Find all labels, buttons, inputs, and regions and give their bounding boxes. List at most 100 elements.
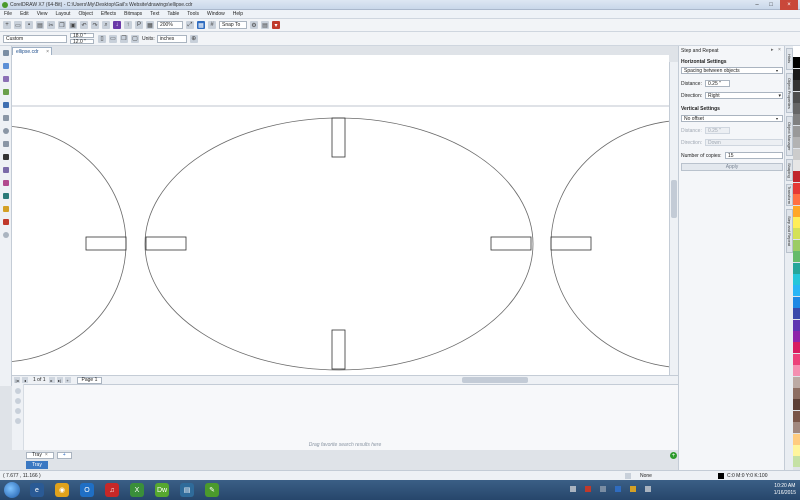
palette-swatch[interactable]	[793, 262, 800, 274]
vertical-scroll-thumb[interactable]	[671, 180, 677, 218]
palette-swatch[interactable]	[793, 274, 800, 285]
palette-swatch[interactable]	[793, 194, 800, 206]
portrait-icon[interactable]: ▯	[98, 34, 106, 43]
show-rulers-icon[interactable]: ▦	[197, 21, 205, 29]
page-preset-select[interactable]: Custom	[3, 34, 67, 43]
publish-pdf-icon[interactable]: P	[135, 21, 143, 29]
add-tray-item-icon[interactable]: +	[670, 452, 677, 459]
page-height-field[interactable]: 12.0 "	[70, 39, 94, 45]
app-launcher-icon[interactable]: ▦	[146, 21, 154, 29]
menu-edit[interactable]: Edit	[20, 11, 29, 17]
crop-tool-icon[interactable]	[3, 76, 9, 82]
tray-area[interactable]: Drag favorite search results here	[12, 384, 678, 450]
close-tray-tab-icon[interactable]: ×	[45, 452, 48, 458]
palette-swatch[interactable]	[793, 422, 800, 434]
page-tab[interactable]: Page 1	[76, 376, 103, 384]
horizontal-direction-select[interactable]: Right ▾	[705, 92, 783, 99]
palette-swatch[interactable]	[793, 388, 800, 399]
options-icon[interactable]: ⚙	[250, 21, 258, 29]
zoom-tool-icon[interactable]	[3, 89, 9, 95]
rect-center-ellipse-bottom[interactable]	[331, 329, 346, 370]
redo-icon[interactable]: ↷	[91, 21, 99, 29]
outlook-icon[interactable]: O	[80, 483, 94, 497]
tray-import-icon[interactable]	[15, 388, 21, 394]
ellipse-tool-icon[interactable]	[3, 128, 9, 134]
folder-icon[interactable]: ▤	[180, 483, 194, 497]
eyedropper-tool-icon[interactable]	[3, 193, 9, 199]
close-button[interactable]: ×	[780, 0, 798, 10]
zoom-level-select[interactable]: 200%	[157, 21, 183, 29]
tray-app-icon[interactable]	[585, 486, 591, 492]
cut-icon[interactable]: ✂	[47, 21, 55, 29]
palette-swatch[interactable]	[793, 205, 800, 217]
horizontal-mode-select[interactable]: Spacing between objects ▾	[681, 67, 783, 74]
tray-tab[interactable]: Tray ×	[26, 451, 54, 459]
menu-view[interactable]: View	[37, 11, 48, 17]
new-document-icon[interactable]: +	[3, 21, 11, 29]
save-icon[interactable]: ▪	[25, 21, 33, 29]
dreamweaver-icon[interactable]: Dw	[155, 483, 169, 497]
vertical-mode-select[interactable]: No offset ▾	[681, 115, 783, 122]
palette-swatch[interactable]	[793, 91, 800, 103]
palette-swatch[interactable]	[793, 456, 800, 468]
palette-swatch[interactable]	[793, 399, 800, 411]
application-icon[interactable]: ▤	[261, 21, 269, 29]
previous-page-icon[interactable]: ◂	[22, 377, 28, 383]
minimize-button[interactable]: –	[750, 0, 764, 10]
add-tray-icon[interactable]: +	[56, 451, 72, 459]
open-folder-icon[interactable]: ▭	[14, 21, 22, 29]
outline-color-swatch[interactable]	[718, 473, 724, 479]
excel-icon[interactable]: X	[130, 483, 144, 497]
tray-monitor-icon[interactable]	[600, 486, 606, 492]
coreldraw-taskbar-icon[interactable]: ✎	[205, 483, 219, 497]
panel-menu-icon[interactable]: ▸	[771, 47, 774, 53]
first-page-icon[interactable]: |◂	[14, 377, 20, 383]
tray-flag-icon[interactable]	[630, 486, 636, 492]
palette-swatch[interactable]	[793, 285, 800, 297]
tray-speaker-icon[interactable]	[645, 486, 651, 492]
apply-button[interactable]: Apply	[681, 163, 783, 171]
add-page-icon[interactable]: +	[64, 377, 71, 383]
palette-swatch[interactable]	[793, 103, 800, 114]
nudge-distance-icon[interactable]: ⊕	[189, 34, 198, 43]
docker-tab-step-and-repeat[interactable]: Step and Repeat	[786, 209, 793, 253]
current-page-icon[interactable]: ▢	[131, 34, 139, 43]
system-clock[interactable]: 10:20 AM 1/16/2015	[774, 483, 796, 497]
menu-bitmaps[interactable]: Bitmaps	[124, 11, 142, 17]
show-grid-icon[interactable]: #	[208, 21, 216, 29]
palette-swatch[interactable]	[793, 137, 800, 149]
tray-bottom-tab[interactable]: Tray	[26, 461, 48, 469]
menu-tools[interactable]: Tools	[187, 11, 199, 17]
menu-help[interactable]: Help	[233, 11, 243, 17]
palette-swatch[interactable]	[793, 80, 800, 92]
page-width-field[interactable]: 18.0 "	[70, 33, 94, 39]
ellipse-right[interactable]	[550, 120, 669, 368]
palette-swatch[interactable]	[793, 57, 800, 69]
menu-window[interactable]: Window	[207, 11, 225, 17]
document-tab[interactable]: ellipse.cdr ×	[12, 47, 52, 55]
internet-explorer-icon[interactable]: e	[30, 483, 44, 497]
welcome-screen-icon[interactable]: ▾	[272, 21, 280, 29]
vertical-settings-heading[interactable]: Vertical Settings	[681, 106, 720, 112]
full-screen-icon[interactable]: ⤢	[186, 21, 194, 29]
menu-layout[interactable]: Layout	[55, 11, 70, 17]
rect-left-ellipse-right[interactable]	[85, 236, 127, 251]
rect-center-ellipse-right[interactable]	[490, 236, 532, 251]
tray-add-icon[interactable]	[15, 398, 21, 404]
horizontal-settings-heading[interactable]: Horizontal Settings	[681, 59, 727, 65]
palette-swatch[interactable]	[793, 182, 800, 194]
menu-table[interactable]: Table	[167, 11, 179, 17]
close-tab-icon[interactable]: ×	[46, 49, 49, 55]
ellipse-center[interactable]	[144, 117, 534, 371]
maximize-button[interactable]: □	[764, 0, 778, 10]
palette-swatch[interactable]	[793, 228, 800, 240]
landscape-icon[interactable]: ▭	[109, 34, 117, 43]
palette-swatch[interactable]	[793, 319, 800, 331]
start-button[interactable]	[4, 482, 20, 498]
palette-swatch[interactable]	[793, 148, 800, 160]
rectangle-tool-icon[interactable]	[3, 115, 9, 121]
rect-right-ellipse-left[interactable]	[550, 236, 592, 251]
palette-swatch[interactable]	[793, 342, 800, 354]
undo-icon[interactable]: ↶	[80, 21, 88, 29]
copies-field[interactable]: 15	[725, 152, 783, 159]
